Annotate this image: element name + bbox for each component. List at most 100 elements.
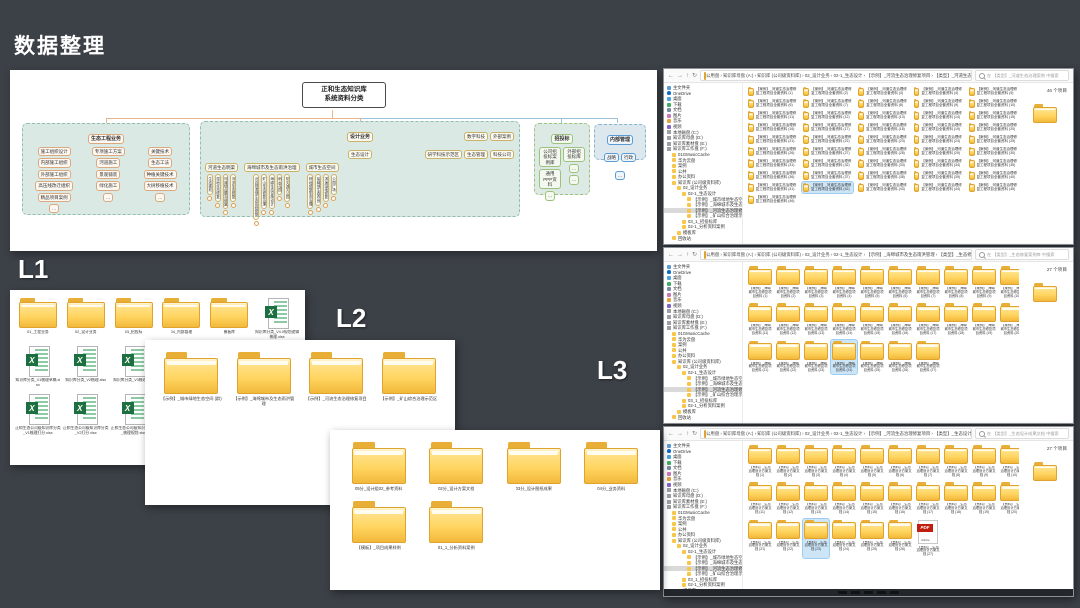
explorer-file-item[interactable]: 【案例】_河道生态治理修复工程项目全套资料 (9) [913,98,964,109]
explorer-file-item[interactable]: 【案例】_河道生态治理修复工程项目全套资料 (33) [857,158,908,169]
explorer-file-item[interactable]: 【案例】_河道生态治理修复工程项目全套资料 (25) [968,134,1019,145]
explorer-file-item[interactable]: 【案例】_河道生态治理修复工程项目全套资料 (44) [913,182,964,193]
explorer-file-item[interactable]: 【案例】_海绵城市生态修复项目资料 (25) [859,340,885,374]
explorer-file-item[interactable]: 【案例】_海绵城市生态修复项目资料 (12) [775,302,801,336]
explorer-file-item[interactable]: 【案例】_河道生态治理修复工程项目全套资料 (28) [857,146,908,157]
explorer-file-item[interactable]: 【案例】_河道生态治理修复工程项目全套资料 (38) [857,170,908,181]
explorer-file-item[interactable]: 【资料】_生态治理设计方案文档 (24) [831,519,857,558]
folder-item[interactable]: 02_设计业务 [62,298,110,339]
explorer-file-item[interactable]: 【案例】_海绵城市生态修复项目资料 (5) [859,265,885,299]
explorer-file-item[interactable]: 【案例】_海绵城市生态修复项目资料 (11) [747,302,773,336]
explorer-file-item[interactable]: 【案例】_河道生态治理修复工程项目全套资料 (46) [747,194,798,205]
explorer-file-item[interactable]: 【案例】_海绵城市生态修复项目资料 (18) [943,302,969,336]
explorer-file-item[interactable]: 【资料】_生态治理设计方案文档 (9) [971,444,997,478]
explorer-file-item[interactable]: 【案例】_海绵城市生态修复项目资料 (27) [915,340,941,374]
explorer-file-item[interactable]: 【案例】_河道生态治理修复工程项目全套资料 (34) [913,158,964,169]
explorer-file-item[interactable]: 【案例】_海绵城市生态修复项目资料 (16) [887,302,913,336]
explorer-file-item[interactable]: 【资料】_生态治理设计方案文档 (12) [775,481,801,515]
folder-item[interactable]: 02分_设计方案文档 [418,442,496,491]
explorer-file-item[interactable]: 【案例】_海绵城市生态修复项目资料 (15) [859,302,885,336]
refresh-button[interactable]: ↻ [692,252,697,258]
explorer-file-item[interactable]: 【案例】_河道生态治理修复工程项目全套资料 (7) [802,98,853,109]
explorer-file-item[interactable]: 【案例】_河道生态治理修复工程项目全套资料 (21) [747,134,798,145]
explorer-file-item[interactable]: 【案例】_河道生态治理修复工程项目全套资料 (39) [913,170,964,181]
folder-item[interactable]: 03_招投标 [110,298,158,339]
search-input[interactable]: 在 【类型】_生态设计成果文档 中搜索 [975,428,1069,439]
explorer-file-item[interactable]: 【案例】_河道生态治理修复工程项目全套资料 (19) [913,122,964,133]
explorer-file-item[interactable]: 【案例】_河道生态治理修复工程项目全套资料 (10) [968,98,1019,109]
explorer-file-item[interactable]: 【资料】_生态治理设计方案文档 (3) [803,444,829,478]
explorer-file-item[interactable]: 【案例】_海绵城市生态修复项目资料 (24) [831,340,857,374]
explorer-file-item[interactable]: 【资料】_生态治理设计方案文档 (7) [915,444,941,478]
explorer-file-item[interactable]: 【资料】_生态治理设计方案文档 (2) [775,444,801,478]
explorer-file-item[interactable]: 【资料】_生态治理设计方案文档 (11) [747,481,773,515]
explorer-file-item[interactable]: 【案例】_河道生态治理修复工程项目全套资料 (4) [913,86,964,97]
forward-button[interactable]: → [677,73,683,79]
explorer-file-item[interactable]: 【案例】_海绵城市生态修复项目资料 (9) [971,265,997,299]
explorer-file-item[interactable]: 【案例】_河道生态治理修复工程项目全套资料 (13) [857,110,908,121]
explorer-file-item[interactable]: 【资料】_生态治理设计方案文档 (25) [859,519,885,558]
explorer-file-item[interactable]: 【案例】_河道生态治理修复工程项目全套资料 (32) [802,158,853,169]
explorer-file-item[interactable]: 【案例】_海绵城市生态修复项目资料 (4) [831,265,857,299]
explorer-file-item[interactable]: 【案例】_海绵城市生态修复项目资料 (21) [747,340,773,374]
folder-item[interactable]: 05分_设计组02_参考资料 [340,442,418,491]
up-button[interactable]: ↑ [686,252,689,258]
explorer-file-item[interactable]: 【案例】_河道生态治理修复工程项目全套资料 (1) [747,86,798,97]
folder-item[interactable]: 【示例】_城市绿地生态空间 (群) [155,352,228,406]
explorer-file-item[interactable]: 【案例】_海绵城市生态修复项目资料 (7) [915,265,941,299]
explorer-file-item[interactable]: 【案例】_海绵城市生态修复项目资料 (20) [999,302,1019,336]
search-input[interactable]: 在 【类型】_生态修复案例库 中搜索 [975,249,1069,260]
explorer-file-item[interactable]: 【案例】_河道生态治理修复工程项目全套资料 (15) [968,110,1019,121]
explorer-file-item[interactable]: 【案例】_河道生态治理修复工程项目全套资料 (3) [857,86,908,97]
explorer-file-item[interactable]: 【案例】_海绵城市生态修复项目资料 (26) [887,340,913,374]
explorer-file-item[interactable]: 【案例】_河道生态治理修复工程项目全套资料 (23) [857,134,908,145]
explorer-file-item[interactable]: 【案例】_河道生态治理修复工程项目全套资料 (31) [747,158,798,169]
folder-item[interactable]: 【示例】_河流生态治理修复项目 [300,352,373,406]
explorer-file-item[interactable]: 【案例】_海绵城市生态修复项目资料 (19) [971,302,997,336]
explorer-file-item[interactable]: 【案例】_河道生态治理修复工程项目全套资料 (30) [968,146,1019,157]
explorer-file-item[interactable]: 【案例】_海绵城市生态修复项目资料 (2) [775,265,801,299]
back-button[interactable]: ← [668,431,674,437]
explorer-file-item[interactable]: 【案例】_河道生态治理修复工程项目全套资料 (2) [802,86,853,97]
excel-file-item[interactable]: X正和生态公司级知识库分类_V1梳理打分.xlsx [14,394,62,435]
explorer-file-item[interactable]: 【资料】_生态治理设计方案文档 (14) [831,481,857,515]
explorer-file-item[interactable]: 【案例】_河道生态治理修复工程项目全套资料 (18) [857,122,908,133]
explorer-file-item[interactable]: 【案例】_河道生态治理修复工程项目全套资料 (36) [747,170,798,181]
explorer-file-item[interactable]: 【案例】_海绵城市生态修复项目资料 (8) [943,265,969,299]
folder-item[interactable]: 01_1_分析资料案例 [418,501,496,550]
explorer-file-item[interactable]: 【案例】_海绵城市生态修复项目资料 (13) [803,302,829,336]
explorer-file-item[interactable]: 【案例】_河道生态治理修复工程项目全套资料 (29) [913,146,964,157]
excel-file-item[interactable]: X知识库分类_V2梳理.xlsx [62,346,110,387]
excel-file-item[interactable]: X知识库分类_V4.0规划逻辑梳理.xlsx [253,298,301,339]
explorer-file-item[interactable]: 【案例】_河道生态治理修复工程项目全套资料 (20) [968,122,1019,133]
explorer-file-item[interactable]: 【资料】_生态治理设计方案文档 (17) [915,481,941,515]
up-button[interactable]: ↑ [686,73,689,79]
explorer-file-item[interactable]: 【案例】_河道生态治理修复工程项目全套资料 (42) [802,182,853,193]
address-bar[interactable]: 公用盘 › 知识库母盘 (A:) › 知识库 (公司级资料库) › 02_设计业… [700,70,972,81]
explorer-file-item[interactable]: 【资料】_生态治理设计方案文档 (18) [943,481,969,515]
folder-item[interactable]: 【模板】_项目成果样例 [340,501,418,550]
explorer-file-item[interactable]: 【案例】_河道生态治理修复工程项目全套资料 (14) [913,110,964,121]
explorer-file-item[interactable]: 【案例】_河道生态治理修复工程项目全套资料 (12) [802,110,853,121]
explorer-file-item[interactable]: 【资料】_生态治理设计方案文档 (23) [803,519,829,558]
folder-item[interactable]: 【示例】_矿山综合治理示范区 [373,352,446,406]
explorer-file-item[interactable]: 【案例】_河道生态治理修复工程项目全套资料 (5) [968,86,1019,97]
explorer-file-item[interactable]: 【资料】_生态治理设计方案文档 (4) [831,444,857,478]
folder-item[interactable]: 模板库 [205,298,253,339]
explorer-file-item[interactable]: 【案例】_海绵城市生态修复项目资料 (17) [915,302,941,336]
back-button[interactable]: ← [668,73,674,79]
explorer-file-item[interactable]: 【资料】_生态治理设计方案文档 (1) [747,444,773,478]
explorer-file-item[interactable]: 【资料】_生态治理设计方案文档 (5) [859,444,885,478]
explorer-file-item[interactable]: 【资料】_生态治理设计方案文档 (26) [887,519,913,558]
forward-button[interactable]: → [677,431,683,437]
folder-item[interactable]: 【示例】_海绵城市及生态雨洪管理 [228,352,301,406]
folder-item[interactable]: 03分_设计图纸成果 [495,442,573,491]
explorer-file-item[interactable]: 【案例】_海绵城市生态修复项目资料 (10) [999,265,1019,299]
explorer-file-item[interactable]: 【案例】_河道生态治理修复工程项目全套资料 (41) [747,182,798,193]
forward-button[interactable]: → [677,252,683,258]
folder-item[interactable]: 04_内部管理 [157,298,205,339]
explorer-file-item[interactable]: 【资料】_生态治理设计方案文档 (16) [887,481,913,515]
search-input[interactable]: 在 【类型】_河道生态治理案例 中搜索 [975,70,1069,81]
explorer-file-item[interactable]: 【资料】_生态治理设计方案文档 (22) [775,519,801,558]
explorer-file-item[interactable]: 【案例】_海绵城市生态修复项目资料 (6) [887,265,913,299]
